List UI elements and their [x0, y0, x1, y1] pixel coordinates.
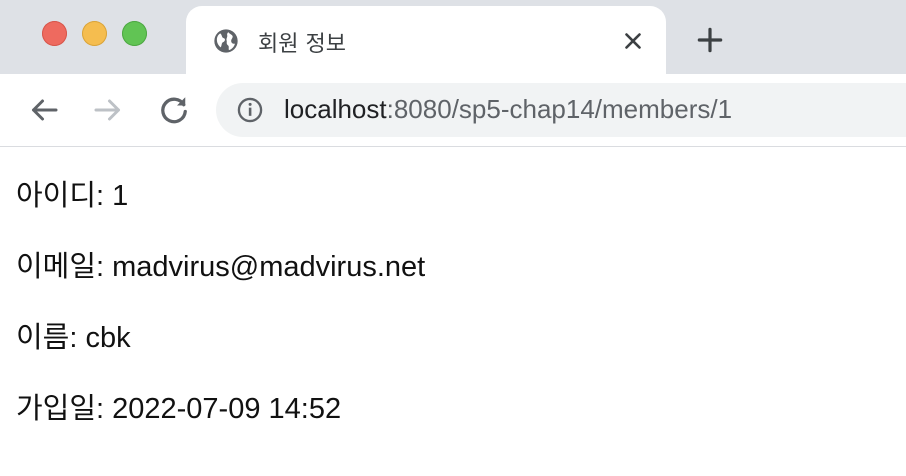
globe-icon [214, 29, 238, 53]
window-minimize-button[interactable] [82, 21, 107, 46]
member-info: 아이디1 이메일madvirus@madvirus.net 이름cbk 가입일2… [16, 176, 886, 460]
browser-titlebar: 회원 정보 [0, 0, 906, 74]
back-arrow-icon[interactable] [26, 92, 62, 128]
member-email-label: 이메일 [16, 251, 104, 283]
info-icon[interactable] [236, 96, 264, 124]
url-text[interactable]: localhost:8080/sp5-chap14/members/1 [284, 94, 732, 125]
new-tab-icon[interactable] [694, 24, 726, 56]
forward-arrow-icon[interactable] [90, 92, 126, 128]
member-id-label: 아이디 [16, 180, 104, 212]
member-regdate-row: 가입일2022-07-09 14:52 [16, 389, 886, 460]
tab-close-icon[interactable] [620, 28, 646, 54]
window-close-button[interactable] [42, 21, 67, 46]
member-name-value: cbk [85, 322, 131, 354]
browser-tab[interactable]: 회원 정보 [186, 6, 666, 74]
member-id-value: 1 [112, 180, 129, 212]
url-path: :8080/sp5-chap14/members/1 [386, 94, 733, 124]
address-bar[interactable]: localhost:8080/sp5-chap14/members/1 [216, 83, 906, 137]
reload-icon[interactable] [156, 92, 192, 128]
member-regdate-value: 2022-07-09 14:52 [112, 393, 342, 425]
member-name-label: 이름 [16, 322, 77, 354]
window-zoom-button[interactable] [122, 21, 147, 46]
member-name-row: 이름cbk [16, 318, 886, 389]
url-host: localhost [284, 94, 387, 124]
browser-toolbar: localhost:8080/sp5-chap14/members/1 [0, 74, 906, 147]
tab-title: 회원 정보 [258, 32, 346, 57]
member-email-value: madvirus@madvirus.net [112, 251, 426, 283]
member-email-row: 이메일madvirus@madvirus.net [16, 247, 886, 318]
member-id-row: 아이디1 [16, 176, 886, 247]
member-regdate-label: 가입일 [16, 393, 104, 425]
